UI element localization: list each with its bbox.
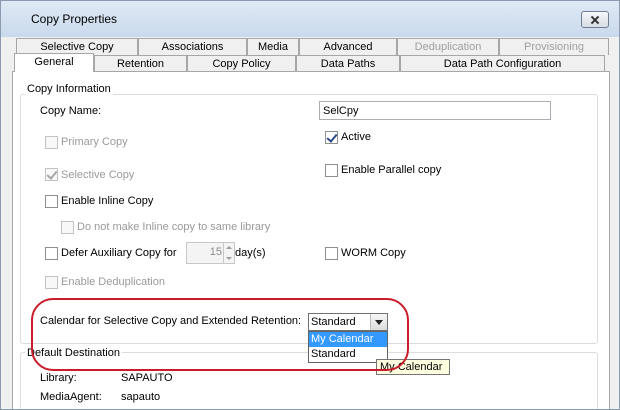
tab-label: Deduplication: [414, 41, 482, 53]
defer-days-value: 15: [209, 246, 222, 258]
library-label: Library:: [40, 372, 77, 384]
default-destination-legend: Default Destination: [25, 347, 122, 359]
enable-parallel-copy-label: Enable Parallel copy: [341, 164, 442, 176]
tab-label: Media: [258, 41, 288, 53]
tab-label: Data Path Configuration: [443, 58, 562, 70]
tab-label: Provisioning: [524, 41, 584, 53]
active-label: Active: [341, 131, 371, 143]
copy-properties-dialog: Copy Properties Selective Copy Associati…: [0, 0, 620, 410]
copy-information-legend: Copy Information: [25, 83, 113, 95]
tab-deduplication: Deduplication: [397, 38, 499, 55]
chevron-down-icon[interactable]: [226, 257, 232, 260]
stepper-buttons[interactable]: [223, 243, 234, 263]
calendar-label: Calendar for Selective Copy and Extended…: [40, 315, 302, 327]
copy-name-input[interactable]: [319, 101, 551, 120]
chevron-down-icon[interactable]: [370, 314, 387, 330]
tab-label: Selective Copy: [40, 41, 114, 53]
tab-label: Retention: [116, 58, 165, 70]
worm-copy-label: WORM Copy: [341, 247, 406, 259]
tab-label: Data Paths: [320, 58, 376, 70]
media-agent-label: MediaAgent:: [40, 391, 102, 403]
defer-days-stepper[interactable]: 15: [186, 242, 235, 264]
enable-deduplication-label: Enable Deduplication: [61, 276, 165, 288]
copy-information-group: [20, 94, 598, 344]
selective-copy-label: Selective Copy: [61, 169, 135, 181]
defer-auxiliary-copy-checkbox[interactable]: [45, 247, 58, 260]
copy-name-label: Copy Name:: [40, 105, 102, 117]
tab-associations[interactable]: Associations: [138, 38, 247, 55]
tab-data-path-configuration[interactable]: Data Path Configuration: [400, 55, 605, 72]
calendar-option-my-calendar[interactable]: My Calendar: [309, 332, 387, 347]
tab-provisioning: Provisioning: [499, 38, 609, 55]
title-bar: Copy Properties: [1, 1, 619, 37]
enable-parallel-copy-checkbox[interactable]: [325, 164, 338, 177]
enable-inline-copy-label: Enable Inline Copy: [61, 195, 154, 207]
library-value: SAPAUTO: [121, 372, 173, 384]
primary-copy-checkbox: [45, 136, 58, 149]
no-inline-same-library-label: Do not make Inline copy to same library: [77, 221, 271, 233]
tab-general[interactable]: General: [14, 53, 94, 72]
tab-copy-policy[interactable]: Copy Policy: [187, 55, 296, 72]
tab-label: General: [34, 56, 74, 68]
tab-advanced[interactable]: Advanced: [299, 38, 397, 55]
tab-media[interactable]: Media: [247, 38, 299, 55]
enable-deduplication-checkbox: [45, 276, 58, 289]
defer-days-unit-label: day(s): [235, 247, 266, 259]
calendar-selected-value: Standard: [311, 316, 356, 328]
enable-inline-copy-checkbox[interactable]: [45, 195, 58, 208]
active-checkbox[interactable]: [325, 131, 338, 144]
primary-copy-label: Primary Copy: [61, 136, 128, 148]
calendar-tooltip: My Calendar: [376, 359, 450, 375]
selective-copy-checkbox: [45, 168, 58, 181]
tab-label: Copy Policy: [212, 58, 271, 70]
close-icon[interactable]: [581, 11, 609, 28]
tab-label: Advanced: [323, 41, 373, 53]
chevron-up-icon[interactable]: [226, 246, 232, 249]
worm-copy-checkbox[interactable]: [325, 247, 338, 260]
defer-auxiliary-copy-label: Defer Auxiliary Copy for: [61, 247, 177, 259]
calendar-select[interactable]: Standard: [308, 313, 388, 331]
tab-label: Associations: [161, 41, 224, 53]
window-title: Copy Properties: [31, 12, 118, 26]
tab-retention[interactable]: Retention: [94, 55, 187, 72]
media-agent-value: sapauto: [121, 391, 161, 403]
tab-data-paths[interactable]: Data Paths: [296, 55, 400, 72]
no-inline-same-library-checkbox: [61, 221, 74, 234]
